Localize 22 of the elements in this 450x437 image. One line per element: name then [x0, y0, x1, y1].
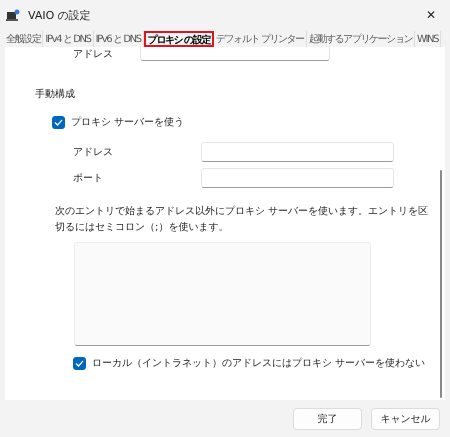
laptop-icon	[6, 9, 20, 21]
dialog-button[interactable]: 完了	[293, 408, 362, 430]
description-text: 次のエントリで始まるアドレス以外にプロキシ サーバーを使います。エントリを区切るにはセミコロン（;）を使います。	[55, 204, 430, 235]
dialog-button[interactable]: キャンセル	[371, 408, 440, 430]
scrollbar-thumb[interactable]	[440, 170, 442, 398]
checkbox-label: プロキシ サーバーを使う	[71, 116, 184, 129]
checkmark-icon	[75, 360, 84, 366]
exceptions-field[interactable]	[74, 242, 371, 346]
checkmark-icon	[54, 118, 63, 126]
field-label: ポート	[73, 172, 104, 185]
tab[interactable]: プロキシ の設定	[144, 31, 214, 47]
input-field[interactable]	[201, 168, 394, 188]
field-label: アドレス	[73, 146, 114, 159]
input-field[interactable]	[201, 142, 394, 162]
checkbox-label: ローカル（イントラネット）のアドレスにはプロキシ サーバーを使わない	[92, 356, 426, 370]
window-title: VAIO の設定	[28, 8, 92, 22]
address-field[interactable]	[140, 47, 330, 61]
checkbox[interactable]	[52, 116, 65, 128]
section-heading: 手動構成	[35, 88, 76, 101]
field-label: アドレス	[73, 48, 114, 61]
checkbox[interactable]	[73, 356, 86, 370]
close-button[interactable]: ✕	[422, 6, 440, 24]
